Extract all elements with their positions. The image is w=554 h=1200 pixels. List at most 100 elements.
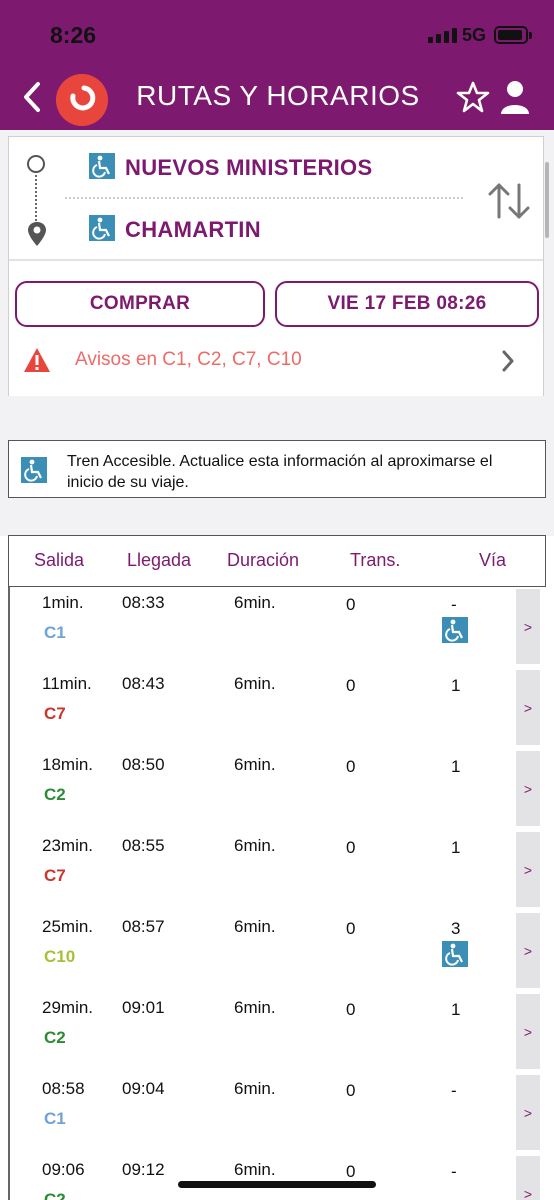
origin-station[interactable]: NUEVOS MINISTERIOS: [125, 155, 372, 181]
page-title: RUTAS Y HORARIOS: [136, 80, 420, 111]
line-label: C2: [44, 1190, 66, 1200]
row-detail-button[interactable]: >: [516, 994, 540, 1069]
row-detail-button[interactable]: >: [516, 670, 540, 745]
home-indicator[interactable]: [178, 1181, 376, 1188]
accessible-icon: [442, 617, 468, 643]
line-label: C2: [44, 785, 66, 804]
alerts-text: Avisos en C1, C2, C7, C10: [75, 349, 302, 370]
transfers: 0: [346, 1162, 356, 1181]
transfers: 0: [346, 676, 356, 695]
transfers: 0: [346, 595, 356, 614]
accessible-icon: [89, 215, 115, 241]
schedule-list[interactable]: 1min. C1 08:33 6min. 0- >11min. C7 08:43 6min. 0 1…: [8, 587, 554, 1200]
row-detail-button[interactable]: >: [516, 913, 540, 988]
favorite-star-icon[interactable]: [456, 80, 490, 114]
platform: 1: [451, 1000, 461, 1019]
arrival-time: 08:57: [122, 917, 165, 936]
row-detail-button[interactable]: >: [516, 589, 540, 664]
renfe-logo: [56, 74, 108, 126]
arrival-time: 09:04: [122, 1079, 165, 1098]
transfers: 0: [346, 757, 356, 776]
swap-stations-icon[interactable]: [485, 181, 533, 221]
accessible-icon: [21, 457, 47, 483]
departure-time: 25min.: [42, 917, 94, 936]
scrollbar[interactable]: [545, 162, 549, 238]
line-label: C2: [44, 1028, 66, 1047]
accessibility-notice: Tren Accesible. Actualice esta informaci…: [8, 440, 546, 498]
departure-time: 29min.: [42, 998, 94, 1017]
arrival-time: 08:43: [122, 674, 165, 693]
transfers: 0: [346, 1081, 356, 1100]
back-chevron-icon[interactable]: [16, 78, 50, 116]
header-via: Vía: [479, 550, 507, 570]
arrival-time: 08:50: [122, 755, 165, 774]
duration: 6min.: [234, 593, 276, 612]
row-detail-button[interactable]: >: [516, 1075, 540, 1150]
departure-time: 11min.: [42, 674, 92, 693]
user-profile-icon[interactable]: [498, 78, 532, 116]
platform: -: [451, 1081, 457, 1100]
platform: 1: [451, 676, 461, 695]
table-row[interactable]: 29min. C2 09:01 6min. 0 1 >: [10, 992, 554, 1073]
platform: -: [451, 1162, 457, 1181]
line-label: C1: [44, 1109, 66, 1128]
row-detail-button[interactable]: >: [516, 1156, 540, 1200]
chevron-right-icon: [502, 350, 514, 372]
departure-time: 08:58: [42, 1079, 85, 1098]
duration: 6min.: [234, 1160, 276, 1179]
departure-time: 09:06: [42, 1160, 85, 1179]
accessible-icon: [89, 153, 115, 179]
table-row[interactable]: 09:06 C2 09:12 6min. 0 - >: [10, 1154, 554, 1200]
platform: 1: [451, 757, 461, 776]
line-label: C10: [44, 947, 76, 966]
line-label: C7: [44, 866, 66, 885]
table-row[interactable]: 25min. C10 08:57 6min. 0 3 >: [10, 911, 554, 992]
departure-time: 1min.: [42, 593, 84, 612]
arrival-time: 08:33: [122, 593, 165, 612]
date-button[interactable]: VIE 17 FEB 08:26: [275, 281, 539, 327]
station-divider: [65, 197, 463, 199]
line-label: C1: [44, 623, 66, 642]
route-card: NUEVOS MINISTERIOS CHAMARTIN COMPRAR VIE…: [8, 136, 544, 396]
status-time: 8:26: [50, 22, 97, 48]
origin-dot-icon: [27, 155, 45, 173]
departure-time: 18min.: [42, 755, 94, 774]
table-row[interactable]: 11min. C7 08:43 6min. 0 1 >: [10, 668, 554, 749]
alerts-row[interactable]: Avisos en C1, C2, C7, C10: [9, 341, 543, 381]
destination-station[interactable]: CHAMARTIN: [125, 217, 261, 243]
departure-time: 23min.: [42, 836, 94, 855]
table-row[interactable]: 08:58 C1 09:04 6min. 0 - >: [10, 1073, 554, 1154]
accessible-icon: [442, 941, 468, 967]
header-llegada: Llegada: [127, 550, 192, 570]
route-selector: NUEVOS MINISTERIOS CHAMARTIN: [9, 137, 543, 261]
schedule-table-header: Salida Llegada Duración Trans. Vía: [8, 535, 546, 587]
header-salida: Salida: [34, 550, 85, 570]
platform: 1: [451, 838, 461, 857]
notice-text: Tren Accesible. Actualice esta informaci…: [67, 453, 493, 491]
platform: -: [451, 595, 457, 614]
row-detail-button[interactable]: >: [516, 751, 540, 826]
network-label: 5G: [462, 25, 487, 45]
transfers: 0: [346, 838, 356, 857]
route-connector: [35, 175, 37, 221]
header-duracion: Duración: [227, 550, 300, 570]
buy-button[interactable]: COMPRAR: [15, 281, 265, 327]
arrival-time: 09:12: [122, 1160, 165, 1179]
row-detail-button[interactable]: >: [516, 832, 540, 907]
signal-icon: [428, 28, 457, 43]
duration: 6min.: [234, 836, 276, 855]
line-label: C7: [44, 704, 66, 723]
arrival-time: 08:55: [122, 836, 165, 855]
table-row[interactable]: 23min. C7 08:55 6min. 0 1 >: [10, 830, 554, 911]
warning-icon: [24, 348, 50, 372]
table-row[interactable]: 1min. C1 08:33 6min. 0 - >: [10, 587, 554, 668]
duration: 6min.: [234, 674, 276, 693]
duration: 6min.: [234, 917, 276, 936]
duration: 6min.: [234, 1079, 276, 1098]
header-trans: Trans.: [350, 550, 401, 570]
table-row[interactable]: 18min. C2 08:50 6min. 0 1 >: [10, 749, 554, 830]
battery-icon: [494, 26, 532, 44]
transfers: 0: [346, 1000, 356, 1019]
destination-pin-icon: [28, 222, 46, 246]
transfers: 0: [346, 919, 356, 938]
